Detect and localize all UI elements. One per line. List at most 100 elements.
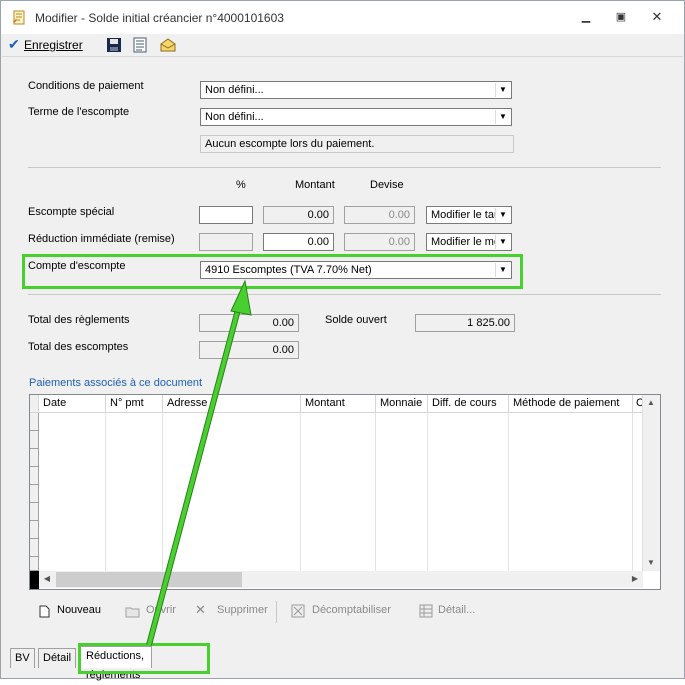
col-pct-header: % — [236, 179, 246, 191]
vertical-scrollbar[interactable]: ▲ ▼ — [642, 395, 660, 571]
uncount-icon — [291, 604, 305, 618]
row-selector[interactable] — [30, 431, 39, 449]
row-selector[interactable] — [30, 557, 39, 571]
detail-table-icon — [419, 604, 433, 618]
reduction-mode-select[interactable]: Modifier le mo ▼ — [426, 233, 512, 251]
terme-select[interactable]: Non défini... ▼ — [200, 108, 512, 126]
decomptabiliser-button[interactable]: Décomptabiliser — [312, 604, 391, 616]
escompte-special-pct-input[interactable] — [199, 206, 253, 224]
column-header[interactable]: Date — [39, 395, 106, 413]
total-reglements-label: Total des règlements — [28, 314, 130, 326]
highlight-box-tab — [78, 643, 210, 674]
open-envelope-icon[interactable] — [160, 37, 176, 53]
total-reglements-field: 0.00 — [199, 314, 299, 332]
conditions-label: Conditions de paiement — [28, 80, 144, 92]
document-list-icon[interactable] — [132, 37, 148, 53]
payments-table[interactable]: Date N° pmt Adresse Montant Monnaie Diff… — [29, 394, 661, 590]
payments-section-title: Paiements associés à ce document — [29, 377, 203, 389]
column-divider — [375, 413, 376, 571]
horizontal-scrollbar[interactable]: ◀ ▶ — [39, 571, 643, 588]
row-selector[interactable] — [30, 539, 39, 557]
reduction-devise: 0.00 — [344, 233, 415, 251]
row-selector[interactable] — [30, 413, 39, 431]
col-montant-header: Montant — [295, 179, 335, 191]
escompte-info-text: Aucun escompte lors du paiement. — [205, 138, 375, 150]
chevron-down-icon: ▼ — [495, 208, 510, 222]
row-header-footer — [30, 571, 39, 589]
column-header[interactable]: Montant — [301, 395, 376, 413]
conditions-select[interactable]: Non défini... ▼ — [200, 81, 512, 99]
minimize-button[interactable]: ▁ — [571, 5, 601, 29]
escompte-special-montant-value: 0.00 — [307, 209, 329, 221]
save-label: Enregistrer — [24, 38, 83, 52]
escompte-special-label: Escompte spécial — [28, 206, 115, 218]
dialog-window: Modifier - Solde initial créancier n°400… — [0, 0, 685, 681]
column-divider — [508, 413, 509, 571]
delete-x-icon: ✕ — [195, 602, 206, 617]
reduction-label: Réduction immédiate (remise) — [28, 233, 175, 245]
chevron-down-icon: ▼ — [495, 110, 510, 124]
reduction-montant-value: 0.00 — [307, 236, 329, 248]
total-reglements-value: 0.00 — [272, 317, 294, 329]
close-button[interactable]: ✕ — [642, 5, 672, 29]
reduction-pct-field — [199, 233, 253, 251]
terme-value: Non défini... — [205, 111, 264, 123]
divider — [28, 167, 661, 168]
terme-label: Terme de l'escompte — [28, 106, 130, 118]
scroll-up-icon[interactable]: ▲ — [643, 395, 659, 411]
open-folder-icon — [125, 607, 140, 618]
row-selector[interactable] — [30, 485, 39, 503]
column-divider — [427, 413, 428, 571]
scroll-down-icon[interactable]: ▼ — [643, 555, 659, 571]
action-bar: Nouveau Ouvrir ✕ Supprimer Décomptabilis… — [29, 601, 661, 623]
row-selector[interactable] — [30, 503, 39, 521]
solde-label: Solde ouvert — [325, 314, 387, 326]
form-panel: Conditions de paiement Non défini... ▼ T… — [10, 61, 674, 643]
chevron-down-icon: ▼ — [495, 235, 510, 249]
solde-field: 1 825.00 — [415, 314, 515, 332]
supprimer-button[interactable]: Supprimer — [217, 604, 268, 616]
highlight-box-compte — [22, 254, 523, 289]
conditions-value: Non défini... — [205, 84, 264, 96]
scroll-right-icon[interactable]: ▶ — [627, 571, 643, 587]
escompte-special-mode-select[interactable]: Modifier le tau ▼ — [426, 206, 512, 224]
divider — [28, 294, 661, 295]
floppy-disk-icon[interactable] — [106, 37, 122, 53]
row-selector[interactable] — [30, 467, 39, 485]
save-button[interactable]: ✔ Enregistrer — [8, 36, 83, 54]
check-icon: ✔ — [8, 36, 20, 52]
new-document-icon — [39, 605, 50, 618]
column-header[interactable]: Monnaie — [376, 395, 428, 413]
column-header[interactable]: Méthode de paiement — [509, 395, 633, 413]
scroll-thumb[interactable] — [56, 572, 242, 587]
document-edit-icon — [13, 10, 25, 25]
column-header[interactable]: Diff. de cours — [428, 395, 509, 413]
column-divider — [162, 413, 163, 571]
escompte-special-montant: 0.00 — [263, 206, 334, 224]
escompte-info: Aucun escompte lors du paiement. — [200, 135, 514, 153]
reduction-montant-input[interactable]: 0.00 — [263, 233, 334, 251]
toolbar: ✔ Enregistrer — [2, 34, 683, 57]
solde-value: 1 825.00 — [467, 317, 510, 329]
column-header[interactable]: N° pmt — [106, 395, 163, 413]
total-escomptes-value: 0.00 — [272, 344, 294, 356]
nouveau-button[interactable]: Nouveau — [57, 604, 101, 616]
column-header[interactable]: Adresse — [163, 395, 301, 413]
row-selector[interactable] — [30, 449, 39, 467]
toolbar-separator — [276, 601, 277, 623]
tab-bv[interactable]: BV — [10, 648, 35, 668]
column-divider — [632, 413, 633, 571]
col-devise-header: Devise — [370, 179, 404, 191]
detail-button[interactable]: Détail... — [438, 604, 475, 616]
scroll-left-icon[interactable]: ◀ — [39, 571, 55, 587]
tab-detail[interactable]: Détail — [38, 648, 77, 668]
escompte-special-devise: 0.00 — [344, 206, 415, 224]
ouvrir-button[interactable]: Ouvrir — [146, 604, 176, 616]
total-escomptes-field: 0.00 — [199, 341, 299, 359]
row-selector[interactable] — [30, 521, 39, 539]
maximize-button[interactable]: ▣ — [606, 5, 636, 29]
row-header-corner — [30, 395, 39, 413]
column-divider — [300, 413, 301, 571]
chevron-down-icon: ▼ — [495, 83, 510, 97]
escompte-special-mode-value: Modifier le tau — [431, 209, 497, 221]
